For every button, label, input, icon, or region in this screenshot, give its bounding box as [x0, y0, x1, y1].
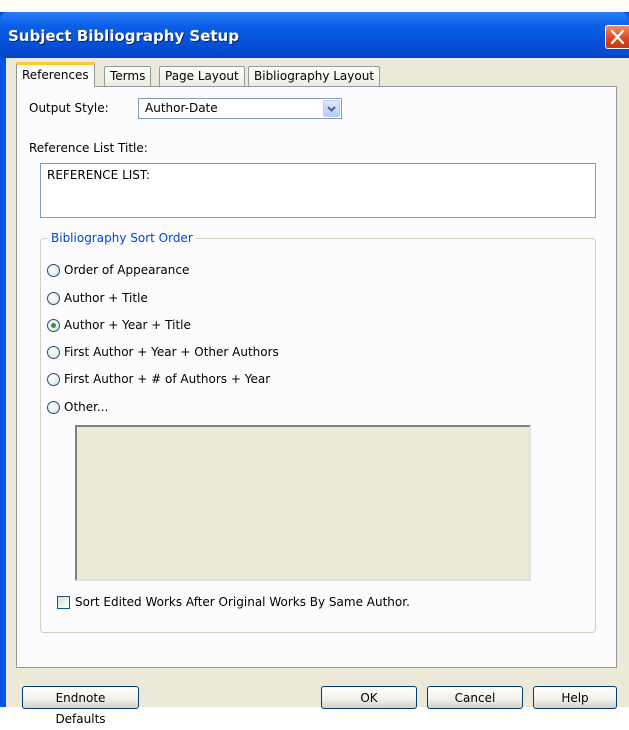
radio-label: Author + Year + Title: [64, 318, 191, 332]
references-panel: Output Style: Author-Date Reference List…: [16, 86, 617, 668]
tab-page-layout[interactable]: Page Layout: [159, 66, 245, 86]
tab-terms[interactable]: Terms: [104, 66, 152, 86]
radio-label: First Author + # of Authors + Year: [64, 372, 271, 386]
close-icon: [611, 30, 624, 44]
radio-label: Author + Title: [64, 291, 148, 305]
reference-list-title-value: REFERENCE LIST:: [47, 168, 150, 182]
output-style-label: Output Style:: [29, 101, 109, 115]
tab-references[interactable]: References: [16, 62, 95, 87]
sort-order-group: Bibliography Sort Order Order of Appeara…: [40, 231, 596, 633]
close-button[interactable]: [605, 25, 629, 49]
sort-edited-works-checkbox[interactable]: [57, 596, 70, 609]
output-style-dropdown-button[interactable]: [323, 100, 340, 117]
other-sort-list[interactable]: [75, 425, 531, 581]
output-style-value: Author-Date: [145, 101, 218, 115]
ok-button[interactable]: OK: [321, 686, 417, 709]
radio-label: Order of Appearance: [64, 263, 190, 277]
window-title: Subject Bibliography Setup: [8, 27, 239, 45]
radio-label: Other...: [64, 400, 109, 414]
output-style-select[interactable]: Author-Date: [138, 98, 342, 119]
reference-list-title-input[interactable]: REFERENCE LIST:: [40, 163, 596, 218]
chevron-down-icon: [327, 106, 336, 112]
dialog-window: Subject Bibliography Setup References Te…: [0, 12, 629, 726]
radio-button[interactable]: [47, 401, 60, 414]
help-button[interactable]: Help: [533, 686, 617, 709]
tab-bibliography-layout[interactable]: Bibliography Layout: [248, 66, 381, 86]
dialog-client-area: References Terms Page Layout Bibliograph…: [6, 58, 629, 726]
radio-button[interactable]: [47, 292, 60, 305]
title-bar[interactable]: Subject Bibliography Setup: [0, 12, 629, 58]
sort-order-legend: Bibliography Sort Order: [48, 231, 196, 245]
cancel-button[interactable]: Cancel: [427, 686, 523, 709]
radio-button[interactable]: [47, 264, 60, 277]
radio-button-selected[interactable]: [47, 319, 60, 332]
radio-selected-dot: [51, 323, 56, 328]
radio-button[interactable]: [47, 373, 60, 386]
radio-label: First Author + Year + Other Authors: [64, 345, 279, 359]
sort-edited-works-label: Sort Edited Works After Original Works B…: [75, 595, 410, 609]
endnote-defaults-button[interactable]: Endnote Defaults: [22, 686, 139, 726]
reference-list-title-label: Reference List Title:: [29, 141, 148, 155]
radio-button[interactable]: [47, 346, 60, 359]
